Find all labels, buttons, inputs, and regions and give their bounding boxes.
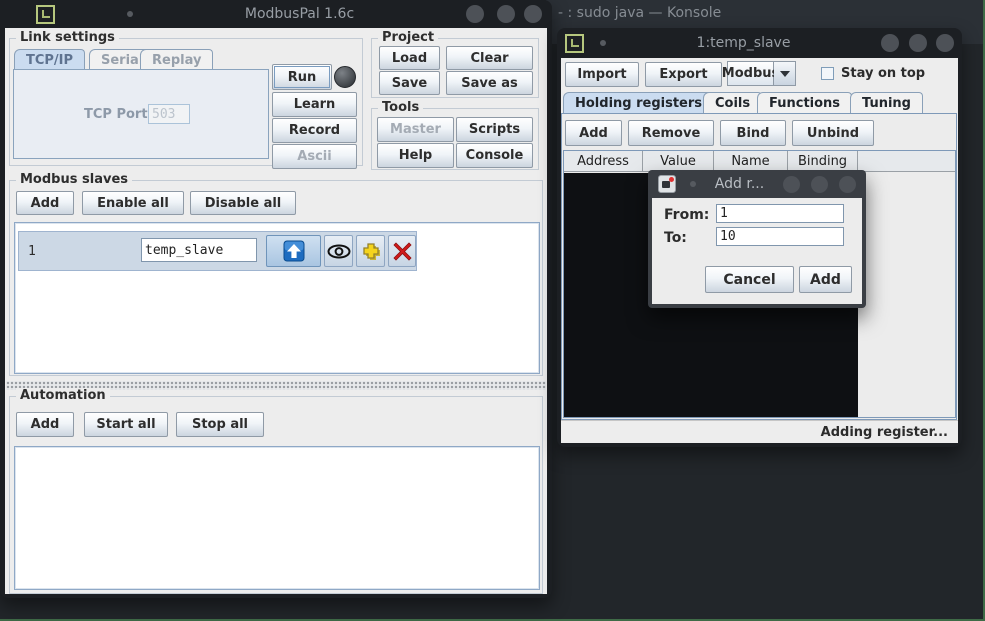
slave-maximize-button[interactable]: [909, 34, 927, 52]
konsole-title: - : sudo java — Konsole: [558, 5, 721, 23]
mode-combobox-arrow[interactable]: [774, 61, 796, 86]
slave-name-field[interactable]: [141, 238, 257, 262]
dialog-minimize-button[interactable]: [783, 176, 800, 193]
chevron-down-icon: [780, 71, 790, 77]
slave-id: 1: [28, 244, 36, 259]
scripts-button[interactable]: Scripts: [456, 117, 533, 142]
plus-icon: [360, 240, 382, 262]
master-button[interactable]: Master: [377, 117, 454, 142]
table-header-binding[interactable]: Binding: [788, 151, 858, 172]
slave-app-icon[interactable]: [565, 34, 584, 53]
dialog-title: Add r...: [696, 176, 783, 192]
register-add-button[interactable]: Add: [565, 120, 622, 146]
link-settings-legend: Link settings: [16, 30, 119, 45]
clear-button[interactable]: Clear: [446, 46, 533, 70]
window-title: ModbusPal 1.6c: [133, 6, 466, 22]
close-button[interactable]: [524, 5, 542, 23]
dialog-cancel-button[interactable]: Cancel: [705, 266, 794, 293]
to-field[interactable]: [716, 227, 844, 246]
tab-tuning[interactable]: Tuning: [850, 92, 923, 113]
dialog-add-button[interactable]: Add: [799, 266, 852, 293]
modbuspal-titlebar[interactable]: ModbusPal 1.6c: [0, 0, 552, 28]
dialog-maximize-button[interactable]: [811, 176, 828, 193]
dialog-close-button[interactable]: [839, 176, 856, 193]
register-unbind-button[interactable]: Unbind: [792, 120, 874, 146]
status-bar: Adding register...: [561, 420, 958, 443]
dialog-titlebar[interactable]: Add r...: [648, 170, 866, 198]
from-label: From:: [664, 207, 709, 223]
table-header-value[interactable]: Value: [643, 151, 714, 172]
table-header-name[interactable]: Name: [714, 151, 788, 172]
modbus-slaves-legend: Modbus slaves: [16, 172, 132, 187]
slave-add-button[interactable]: Add: [16, 191, 74, 215]
automation-add-button[interactable]: Add: [16, 412, 74, 437]
mode-combobox[interactable]: Modbus: [727, 61, 774, 86]
status-text: Adding register...: [821, 425, 948, 440]
java-icon: [658, 175, 676, 193]
load-button[interactable]: Load: [379, 46, 440, 70]
desktop: - : sudo java — Konsole ModbusPal 1.6c L…: [0, 0, 985, 621]
slave-close-button[interactable]: [936, 34, 954, 52]
slave-duplicate-button[interactable]: [356, 235, 385, 267]
help-button[interactable]: Help: [377, 143, 454, 168]
tab-functions[interactable]: Functions: [757, 92, 852, 113]
export-button[interactable]: Export: [645, 62, 722, 87]
stay-on-top-label: Stay on top: [841, 66, 925, 81]
tab-holding-registers[interactable]: Holding registers: [563, 92, 714, 113]
import-button[interactable]: Import: [565, 62, 639, 87]
run-button[interactable]: Run: [272, 64, 332, 90]
ascii-button[interactable]: Ascii: [272, 144, 357, 169]
tcp-port-label: TCP Port:: [84, 107, 153, 122]
console-button[interactable]: Console: [456, 143, 533, 168]
slave-minimize-button[interactable]: [881, 34, 899, 52]
maximize-button[interactable]: [497, 5, 515, 23]
project-legend: Project: [378, 30, 438, 45]
learn-button[interactable]: Learn: [272, 92, 357, 117]
record-button[interactable]: Record: [272, 118, 357, 143]
automation-legend: Automation: [16, 388, 110, 403]
tcp-port-field[interactable]: [148, 104, 190, 124]
stay-on-top-checkbox[interactable]: [821, 67, 834, 80]
save-button[interactable]: Save: [379, 71, 440, 95]
link-status-led: [334, 66, 356, 88]
slave-delete-button[interactable]: [388, 235, 416, 267]
save-as-button[interactable]: Save as: [446, 71, 533, 95]
app-icon[interactable]: [36, 5, 55, 24]
slave-enable-toggle[interactable]: [266, 235, 321, 267]
tools-legend: Tools: [378, 100, 423, 115]
slave-window-title: 1:temp_slave: [606, 35, 881, 51]
enable-all-button[interactable]: Enable all: [82, 191, 184, 215]
register-remove-button[interactable]: Remove: [628, 120, 714, 146]
up-arrow-icon: [283, 240, 305, 262]
disable-all-button[interactable]: Disable all: [190, 191, 296, 215]
delete-x-icon: [393, 242, 412, 261]
slave-titlebar[interactable]: 1:temp_slave: [557, 28, 962, 58]
minimize-button[interactable]: [466, 5, 484, 23]
start-all-button[interactable]: Start all: [84, 412, 168, 437]
tab-coils[interactable]: Coils: [703, 92, 762, 113]
register-bind-button[interactable]: Bind: [720, 120, 786, 146]
stop-all-button[interactable]: Stop all: [176, 412, 264, 437]
tab-replay[interactable]: Replay: [140, 49, 213, 70]
tab-tcpip[interactable]: TCP/IP: [14, 49, 85, 70]
to-label: To:: [664, 230, 687, 246]
table-header-address[interactable]: Address: [564, 151, 643, 172]
from-field[interactable]: [716, 204, 844, 223]
slave-view-button[interactable]: [324, 235, 353, 267]
eye-icon: [327, 244, 351, 259]
automation-list: [14, 446, 540, 590]
